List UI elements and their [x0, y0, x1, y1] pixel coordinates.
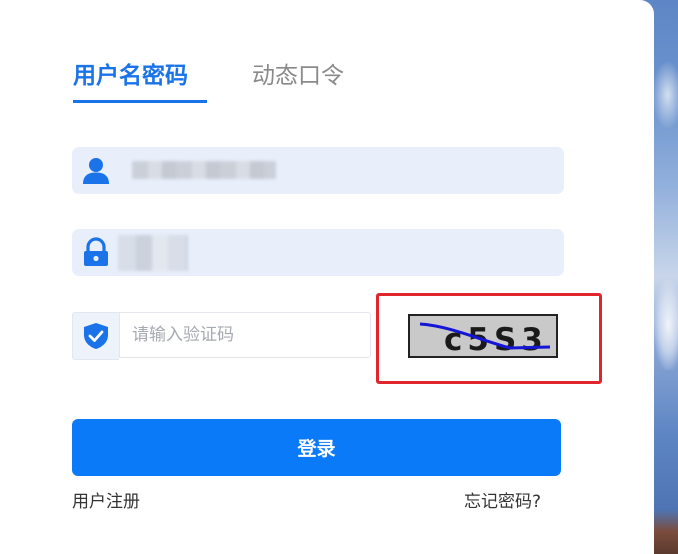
tab-username-password[interactable]: 用户名密码 — [73, 60, 188, 92]
captcha-icon-box — [72, 312, 119, 360]
login-card: 用户名密码 动态口令 请输入验证码 c5S3 登录 用户注册 忘记密码? — [0, 0, 654, 554]
register-link[interactable]: 用户注册 — [72, 487, 140, 512]
username-field[interactable] — [72, 147, 564, 194]
username-value-obscured — [132, 161, 276, 179]
password-field[interactable] — [72, 229, 564, 276]
tab-dynamic-token[interactable]: 动态口令 — [252, 60, 344, 92]
active-tab-indicator — [73, 100, 207, 103]
captcha-group — [72, 312, 402, 360]
password-value-obscured — [118, 235, 188, 271]
captcha-image-text: c5S3 — [444, 322, 548, 356]
login-button[interactable]: 登录 — [72, 419, 561, 476]
user-icon — [81, 155, 111, 185]
captcha-input[interactable] — [119, 312, 371, 358]
lock-icon — [81, 237, 111, 267]
captcha-image[interactable]: c5S3 — [408, 314, 558, 358]
forgot-password-link[interactable]: 忘记密码? — [464, 487, 541, 512]
